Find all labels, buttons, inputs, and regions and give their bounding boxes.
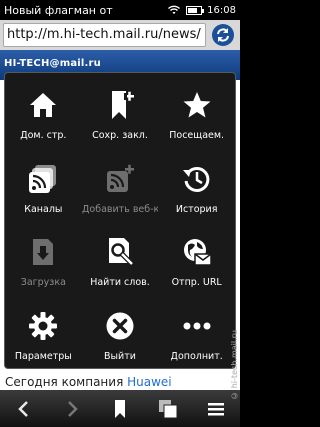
exit-icon <box>106 312 134 340</box>
windows-icon <box>159 399 178 418</box>
menu-item-exit[interactable]: Выйти <box>82 294 159 368</box>
chevron-right-icon <box>68 400 78 417</box>
add-feed-icon <box>106 164 134 192</box>
browser-options-menu: Дом. стр. Сохр. закл. Посещаем. Каналы Д… <box>4 72 236 369</box>
menu-item-home[interactable]: Дом. стр. <box>5 73 82 147</box>
browser-toolbar <box>0 390 240 427</box>
site-logo[interactable]: HI-TECH@mail.ru <box>4 58 101 69</box>
status-title: Новый флагман от <box>4 3 113 17</box>
forward-button[interactable] <box>57 394 87 424</box>
menu-item-history[interactable]: История <box>158 147 235 221</box>
bookmarks-button[interactable] <box>105 394 135 424</box>
star-icon <box>183 91 211 118</box>
menu-item-find-words[interactable]: Найти слов. <box>82 221 159 295</box>
windows-button[interactable] <box>153 394 183 424</box>
find-icon <box>108 238 134 267</box>
menu-button[interactable] <box>201 394 231 424</box>
reload-icon <box>212 24 234 46</box>
battery-icon <box>186 5 205 15</box>
back-button[interactable] <box>9 394 39 424</box>
more-icon <box>183 322 211 330</box>
bookmark-icon <box>115 399 125 418</box>
history-icon <box>182 166 210 192</box>
menu-item-feeds[interactable]: Каналы <box>5 147 82 221</box>
watermark: © hi-tech.mail.ru <box>230 330 239 400</box>
status-time: 16:08 <box>207 4 236 16</box>
status-bar: Новый флагман от 16:08 <box>0 0 240 20</box>
menu-icon <box>208 402 224 415</box>
bookmark-add-icon <box>111 90 134 119</box>
wifi-icon <box>168 5 181 14</box>
reload-button[interactable] <box>209 22 237 48</box>
url-field[interactable]: http://m.hi-tech.mail.ru/news/ <box>3 23 206 47</box>
menu-item-settings[interactable]: Параметры <box>5 294 82 368</box>
menu-item-add-feed[interactable]: Добавить веб-к <box>82 147 159 221</box>
send-url-icon <box>183 239 212 266</box>
menu-item-send-url[interactable]: Отпр. URL <box>158 221 235 295</box>
feeds-icon <box>29 164 57 193</box>
menu-item-downloads[interactable]: Загрузка <box>5 221 82 295</box>
menu-item-save-bookmark[interactable]: Сохр. закл. <box>82 73 159 147</box>
article-text: Сегодня компания Huawei <box>5 375 172 389</box>
menu-item-more[interactable]: Дополнит. <box>158 294 235 368</box>
url-bar: http://m.hi-tech.mail.ru/news/ <box>0 20 240 50</box>
home-icon <box>30 92 57 117</box>
article-link[interactable]: Huawei <box>127 375 172 389</box>
download-icon <box>33 239 54 266</box>
chevron-left-icon <box>18 400 28 417</box>
menu-item-most-visited[interactable]: Посещаем. <box>158 73 235 147</box>
settings-icon <box>29 312 58 340</box>
